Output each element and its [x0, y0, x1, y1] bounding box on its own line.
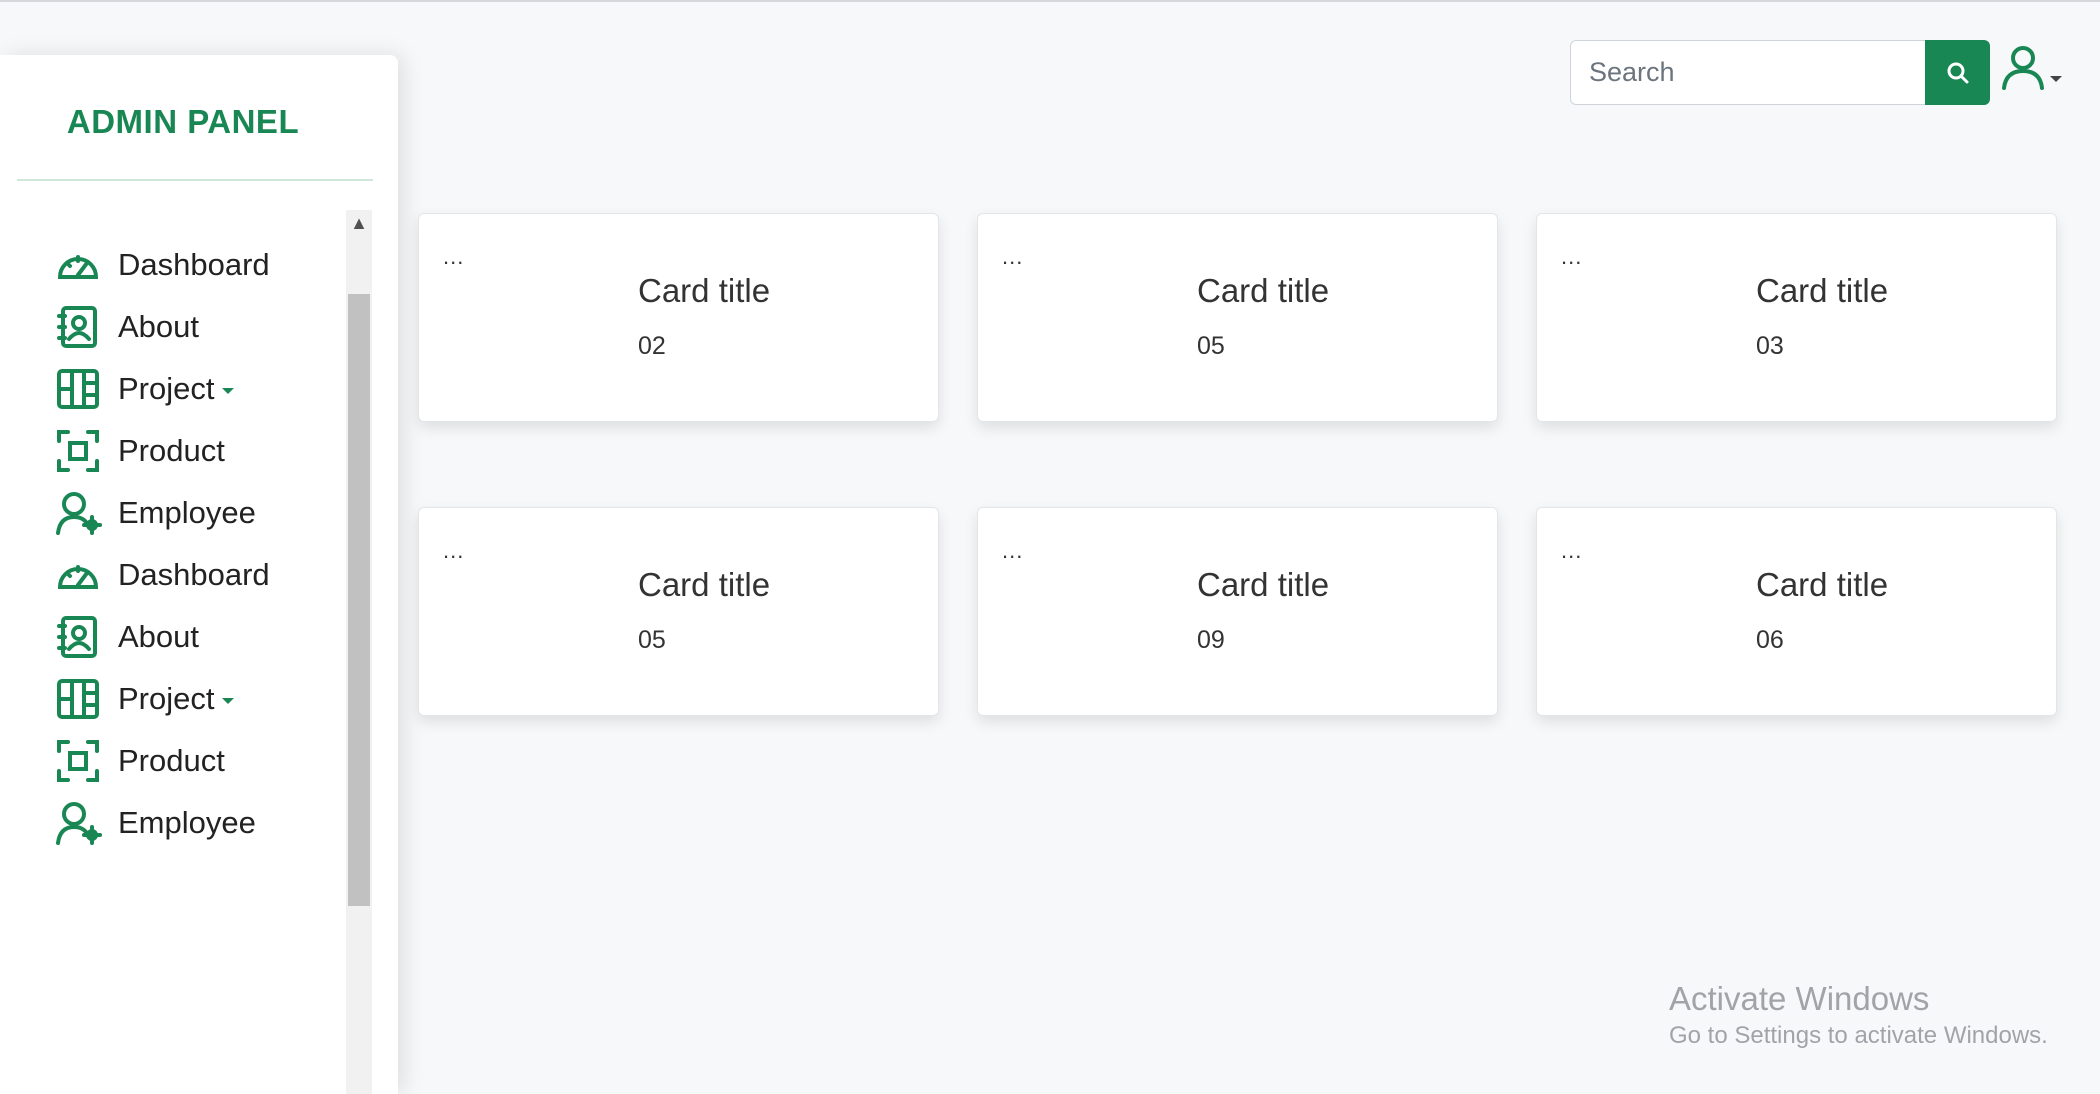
- sidebar-item-project[interactable]: Project: [54, 359, 235, 419]
- card-title: Card title: [638, 272, 771, 309]
- card-title: Card title: [1756, 272, 1889, 309]
- sidebar-item-label: Employee: [118, 495, 256, 530]
- chevron-down-icon: [222, 388, 235, 394]
- card-value: 06: [1756, 626, 1784, 654]
- sidebar: ADMIN PANEL Dashboard About Project Prod…: [0, 55, 398, 1094]
- sidebar-item-product[interactable]: Product: [54, 421, 225, 481]
- stat-card[interactable]: ... Card title 03: [1536, 213, 2057, 422]
- sidebar-item-employee[interactable]: Employee: [54, 483, 256, 543]
- card-menu-icon[interactable]: ...: [1002, 244, 1023, 270]
- product-frame-icon: [57, 430, 99, 472]
- search-group: [1570, 40, 1990, 105]
- kanban-icon: [57, 369, 99, 409]
- card-menu-icon[interactable]: ...: [1561, 538, 1582, 564]
- sidebar-item-about[interactable]: About: [54, 297, 199, 357]
- scroll-thumb[interactable]: [348, 294, 370, 906]
- contact-book-icon: [57, 616, 97, 658]
- contact-book-icon: [57, 306, 97, 348]
- chevron-down-icon: [222, 698, 235, 704]
- dashboard-gauge-icon: [57, 565, 99, 589]
- sidebar-item-about[interactable]: About: [54, 607, 199, 667]
- sidebar-item-dashboard[interactable]: Dashboard: [54, 235, 270, 295]
- card-title: Card title: [1197, 272, 1330, 309]
- card-menu-icon[interactable]: ...: [1002, 538, 1023, 564]
- sidebar-scrollbar[interactable]: ▲ ▼: [346, 210, 372, 1094]
- brand-divider: [17, 179, 373, 181]
- search-button[interactable]: [1925, 40, 1990, 105]
- sidebar-item-product[interactable]: Product: [54, 731, 225, 791]
- sidebar-item-employee[interactable]: Employee: [54, 793, 256, 853]
- stat-card[interactable]: ... Card title 05: [418, 507, 939, 716]
- watermark-subtitle: Go to Settings to activate Windows.: [1669, 1022, 2048, 1049]
- activation-watermark: Activate Windows Go to Settings to activ…: [1669, 980, 2048, 1050]
- sidebar-item-label: Dashboard: [118, 247, 270, 282]
- stat-card[interactable]: ... Card title 09: [977, 507, 1498, 716]
- card-menu-icon[interactable]: ...: [1561, 244, 1582, 270]
- card-value: 03: [1756, 332, 1784, 360]
- card-value: 05: [638, 626, 666, 654]
- sidebar-item-label: Employee: [118, 805, 256, 840]
- sidebar-item-label: About: [118, 619, 200, 654]
- sidebar-nav: Dashboard About Project Product Employee…: [0, 210, 346, 1060]
- user-gear-icon: [56, 802, 102, 845]
- stat-card[interactable]: ... Card title 06: [1536, 507, 2057, 716]
- user-gear-icon: [56, 492, 102, 535]
- card-title: Card title: [1756, 566, 1889, 603]
- card-menu-icon[interactable]: ...: [443, 244, 464, 270]
- search-icon: [1947, 62, 1968, 83]
- card-value: 05: [1197, 332, 1225, 360]
- sidebar-item-label: Project: [118, 681, 215, 716]
- top-border: [0, 0, 2100, 2]
- sidebar-item-label: About: [118, 309, 200, 344]
- stat-card[interactable]: ... Card title 05: [977, 213, 1498, 422]
- card-value: 02: [638, 332, 666, 360]
- sidebar-item-label: Dashboard: [118, 557, 270, 592]
- chevron-down-icon: [2050, 76, 2062, 82]
- user-icon: [2002, 46, 2044, 90]
- sidebar-item-label: Product: [118, 433, 225, 468]
- stat-card[interactable]: ... Card title 02: [418, 213, 939, 422]
- card-value: 09: [1197, 626, 1225, 654]
- card-title: Card title: [1197, 566, 1330, 603]
- product-frame-icon: [57, 740, 99, 782]
- card-menu-icon[interactable]: ...: [443, 538, 464, 564]
- card-title: Card title: [638, 566, 771, 603]
- dashboard-gauge-icon: [57, 255, 99, 279]
- sidebar-item-project[interactable]: Project: [54, 669, 235, 729]
- kanban-icon: [57, 679, 99, 719]
- watermark-title: Activate Windows: [1669, 980, 1930, 1017]
- search-input[interactable]: [1570, 40, 1925, 105]
- scroll-up-arrow-icon[interactable]: ▲: [346, 210, 372, 236]
- sidebar-item-label: Product: [118, 743, 225, 778]
- sidebar-item-dashboard[interactable]: Dashboard: [54, 545, 270, 605]
- sidebar-item-label: Project: [118, 371, 215, 406]
- user-menu-button[interactable]: [2000, 44, 2062, 90]
- brand-title: ADMIN PANEL: [66, 103, 300, 140]
